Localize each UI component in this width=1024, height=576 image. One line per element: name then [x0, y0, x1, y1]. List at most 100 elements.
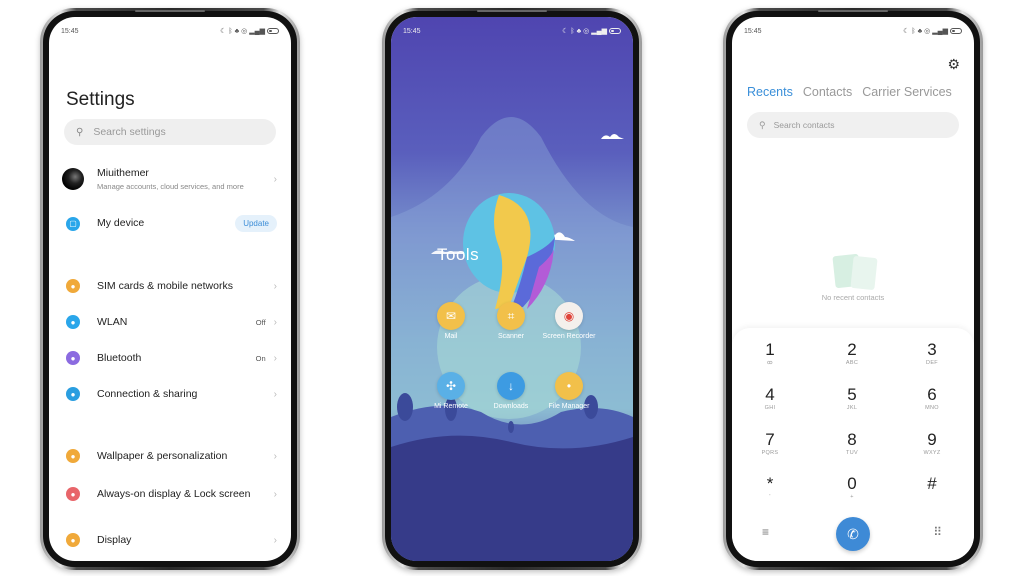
key-letters: GHI: [764, 405, 776, 411]
notification-icon: ♣: [234, 27, 240, 35]
key-8[interactable]: 8 TUV: [822, 430, 882, 456]
app-label: File Manager: [548, 403, 590, 410]
call-button[interactable]: ✆: [836, 517, 870, 551]
key-4[interactable]: 4 GHI: [740, 385, 800, 411]
avatar: [62, 168, 84, 190]
device-icon: ▢: [66, 216, 80, 231]
account-name: Miuithemer: [97, 167, 149, 179]
tab-contacts[interactable]: Contacts: [803, 85, 852, 99]
key-9[interactable]: 9 WXYZ: [902, 430, 962, 456]
settings-item-wallpaper-personalization[interactable]: ● Wallpaper & personalization ›: [49, 449, 291, 463]
sim-card-icon: ●: [66, 279, 80, 293]
key-7[interactable]: 7 PQRS: [740, 430, 800, 456]
app-screen-recorder[interactable]: ◉ Screen Recorder: [539, 302, 599, 341]
key-digit: #: [927, 474, 937, 493]
chevron-right-icon: ›: [273, 352, 277, 364]
my-device-row[interactable]: ▢ My device Update: [49, 215, 291, 232]
settings-item-label: Connection & sharing: [97, 387, 198, 400]
phone-dialer: 15:45 ☾ ᛒ ♣ ◎ ▂▄▆ ⚙ Recents Contacts Carrier S…: [723, 8, 983, 570]
key-2[interactable]: 2 ABC: [822, 340, 882, 366]
status-time: 15:45: [744, 27, 762, 35]
shirt-icon: ●: [66, 449, 80, 463]
account-subtitle: Manage accounts, cloud services, and mor…: [97, 182, 244, 191]
key-6[interactable]: 6 MNO: [902, 385, 962, 411]
key-0[interactable]: 0 +: [822, 474, 882, 500]
chevron-right-icon: ›: [273, 173, 277, 185]
app-icon: ⌗: [497, 302, 525, 330]
dialer-screen: 15:45 ☾ ᛒ ♣ ◎ ▂▄▆ ⚙ Recents Contacts Carrier S…: [732, 17, 974, 561]
settings-item-value: On: [255, 353, 266, 363]
notification-icon: ♣: [917, 27, 923, 35]
key-hash[interactable]: #: [902, 474, 962, 494]
key-3[interactable]: 3 DEF: [902, 340, 962, 366]
status-icons: ☾ ᛒ ♣ ◎ ▂▄▆: [562, 27, 621, 35]
key-5[interactable]: 5 JKL: [822, 385, 882, 411]
chevron-right-icon: ›: [273, 450, 277, 462]
chevron-right-icon: ›: [273, 316, 277, 328]
key-digit: 7: [765, 430, 775, 449]
tab-recents[interactable]: Recents: [747, 85, 793, 99]
settings-item-label: WLAN: [97, 315, 128, 328]
moon-icon: ☾: [220, 28, 227, 35]
settings-item-bluetooth[interactable]: ● Bluetooth On ›: [49, 351, 291, 365]
app-label: Mi Remote: [434, 403, 468, 410]
status-time: 15:45: [403, 27, 421, 35]
battery-icon: [950, 28, 962, 34]
search-input[interactable]: ⚲ Search contacts: [747, 112, 959, 138]
key-digit: 5: [847, 385, 857, 404]
app-mi-remote[interactable]: ✣ Mi Remote: [421, 372, 481, 411]
key-letters: JKL: [846, 405, 858, 411]
app-downloads[interactable]: ↓ Downloads: [481, 372, 541, 411]
app-label: Mail: [444, 333, 458, 340]
search-placeholder: Search contacts: [773, 120, 835, 130]
tree: [508, 421, 514, 433]
bluetooth-icon: ᛒ: [911, 27, 916, 35]
settings-item-always-on-display-lock-screen[interactable]: ● Always-on display & Lock screen ›: [49, 487, 291, 501]
key-letters: MNO: [925, 405, 939, 411]
status-time: 15:45: [61, 27, 79, 35]
gear-icon[interactable]: ⚙: [947, 56, 960, 73]
settings-item-display[interactable]: ● Display ›: [49, 533, 291, 547]
key-letters: ꝏ: [767, 360, 773, 366]
stage: 15:45 ☾ ᛒ ♣ ◎ ▂▄▆ Settings ⚲ Search settings…: [0, 0, 1024, 576]
my-device-label: My device: [97, 217, 145, 229]
signal-icon: ▂▄▆: [932, 28, 948, 35]
app-scanner[interactable]: ⌗ Scanner: [481, 302, 541, 341]
update-button[interactable]: Update: [235, 215, 277, 232]
settings-item-label: Bluetooth: [97, 351, 142, 364]
app-icon: ✣: [437, 372, 465, 400]
settings-item-wlan[interactable]: ● WLAN Off ›: [49, 315, 291, 329]
menu-icon[interactable]: ≡: [762, 525, 769, 539]
tree: [397, 393, 413, 421]
key-digit: 6: [927, 385, 937, 404]
sun-icon: ●: [66, 533, 80, 547]
search-input[interactable]: ⚲ Search settings: [64, 119, 276, 145]
key-star[interactable]: * ': [740, 474, 800, 500]
landscape-illustration: [391, 117, 633, 561]
signal-icon: ▂▄▆: [249, 28, 265, 35]
battery-icon: [267, 28, 279, 34]
tab-carrier-services[interactable]: Carrier Services: [862, 85, 952, 99]
app-icon: ↓: [497, 372, 525, 400]
search-icon: ⚲: [76, 126, 84, 138]
folder-title: Tools: [437, 245, 480, 264]
app-label: Downloads: [493, 403, 529, 410]
contacts-illustration-icon: [828, 253, 878, 291]
settings-item-connection-sharing[interactable]: ● Connection & sharing ›: [49, 387, 291, 401]
empty-text: No recent contacts: [821, 293, 885, 302]
key-1[interactable]: 1ꝏ: [740, 340, 800, 366]
key-digit: 1: [765, 340, 775, 359]
app-label: Screen Recorder: [542, 333, 596, 340]
phone-settings: 15:45 ☾ ᛒ ♣ ◎ ▂▄▆ Settings ⚲ Search settings…: [40, 8, 300, 570]
settings-item-sim-cards-mobile-networks[interactable]: ● SIM cards & mobile networks ›: [49, 279, 291, 293]
app-mail[interactable]: ✉ Mail: [421, 302, 481, 341]
account-row[interactable]: Miuithemer Manage accounts, cloud service…: [49, 167, 291, 191]
key-digit: 9: [927, 430, 937, 449]
app-file-manager[interactable]: • File Manager: [539, 372, 599, 411]
key-letters: +: [850, 494, 854, 500]
search-icon: ⚲: [759, 119, 766, 130]
key-letters: WXYZ: [923, 450, 941, 456]
moon-icon: ☾: [903, 28, 910, 35]
key-digit: 8: [847, 430, 857, 449]
keypad-icon[interactable]: ⠿: [933, 525, 942, 539]
